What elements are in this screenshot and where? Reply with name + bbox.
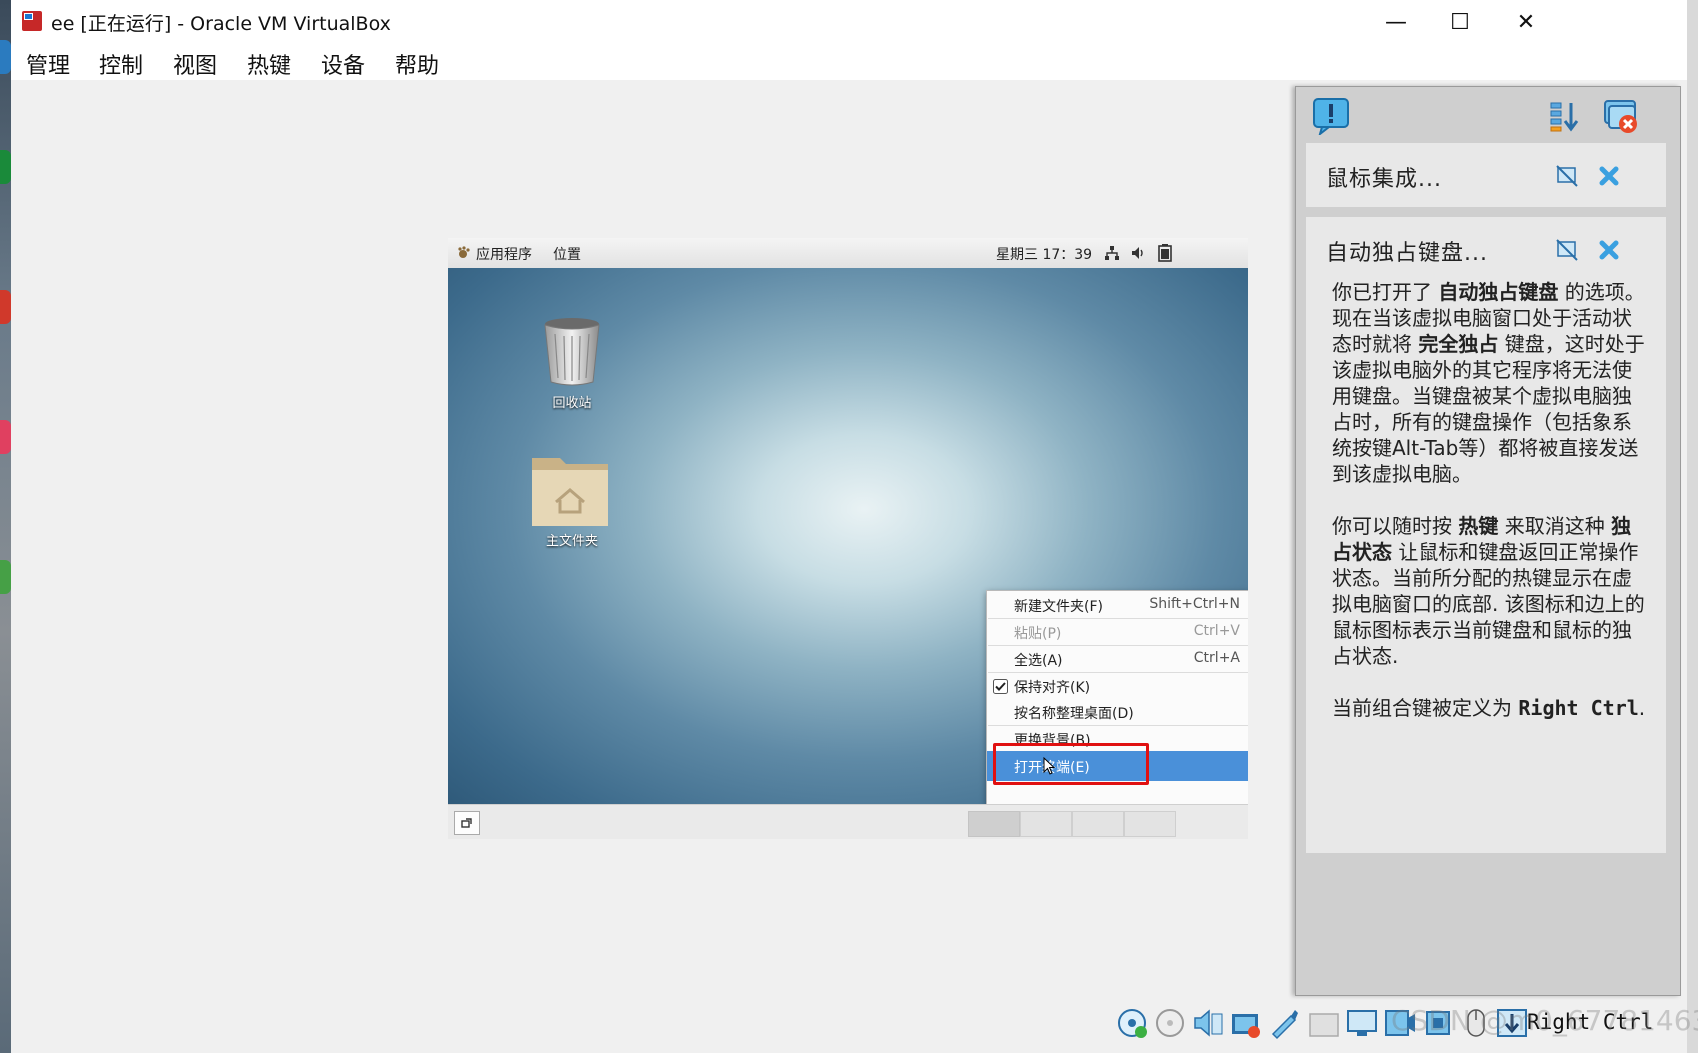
hard-disk-icon[interactable] <box>1115 1006 1149 1040</box>
menu-item-label: 按名称整理桌面(D) <box>1014 706 1134 722</box>
trash-icon[interactable] <box>540 316 604 388</box>
close-notification-icon[interactable] <box>1598 165 1620 187</box>
window-title: ee [正在运行] - Oracle VM VirtualBox <box>51 13 391 35</box>
menu-item-accelerator: Ctrl+A <box>1193 650 1240 666</box>
desktop-app-icon <box>0 560 11 594</box>
usb-icon[interactable] <box>1267 1006 1301 1040</box>
body-emphasis: 自动独占键盘 <box>1438 280 1559 304</box>
body-emphasis: Right Ctrl <box>1518 696 1639 720</box>
menu-item-keep-aligned[interactable]: 保持对齐(K) <box>987 672 1248 700</box>
body-text: . <box>1638 696 1646 720</box>
menu-manage[interactable]: 管理 <box>26 48 70 80</box>
notification-body: 你已打开了 自动独占键盘 的选项。现在当该虚拟电脑窗口处于活动状态时就将 完全独… <box>1332 279 1650 747</box>
home-folder-icon[interactable] <box>530 450 610 528</box>
notification-paragraph: 你可以随时按 热键 来取消这种 独占状态 让鼠标和键盘返回正常操作状态。当前所分… <box>1332 513 1650 669</box>
menu-item-accelerator: Shift+Ctrl+N <box>1149 596 1240 612</box>
menu-item-arrange-by-name[interactable]: 按名称整理桌面(D) <box>987 698 1248 726</box>
menu-bar: 管理 控制 视图 热键 设备 帮助 <box>11 44 1687 80</box>
guest-screen[interactable]: 应用程序 位置 星期三 17：39 回收站 主文件夹 新建文件夹(F) Shif… <box>448 238 1248 839</box>
keyboard-capture-notification: 自动独占键盘... 你已打开了 自动独占键盘 的选项。现在当该虚拟电脑窗口处于活… <box>1306 217 1666 853</box>
do-not-show-again-icon[interactable] <box>1556 239 1578 261</box>
menu-devices[interactable]: 设备 <box>321 48 365 80</box>
mouse-cursor-icon <box>1043 757 1055 775</box>
shared-folders-icon[interactable] <box>1307 1006 1341 1040</box>
body-text: 你已打开了 <box>1332 280 1439 304</box>
desktop-app-icon <box>0 290 11 324</box>
guest-desktop[interactable]: 回收站 主文件夹 新建文件夹(F) Shift+Ctrl+N 粘贴(P) Ctr… <box>448 268 1248 804</box>
home-folder-label: 主文件夹 <box>545 534 598 549</box>
audio-icon[interactable] <box>1191 1006 1225 1040</box>
maximize-icon: ☐ <box>1450 9 1470 35</box>
notification-title: 自动独占键盘... <box>1326 241 1488 266</box>
desktop-app-icon <box>0 150 11 184</box>
workspace-1[interactable] <box>968 811 1020 837</box>
notification-paragraph: 你已打开了 自动独占键盘 的选项。现在当该虚拟电脑窗口处于活动状态时就将 完全独… <box>1332 279 1650 487</box>
virtualbox-window: ee [正在运行] - Oracle VM VirtualBox — ☐ ✕ 管… <box>11 0 1698 1053</box>
menu-item-new-folder[interactable]: 新建文件夹(F) Shift+Ctrl+N <box>987 591 1248 619</box>
menu-item-select-all[interactable]: 全选(A) Ctrl+A <box>987 645 1248 673</box>
guest-top-panel: 应用程序 位置 星期三 17：39 <box>448 238 1248 268</box>
applications-menu[interactable]: 应用程序 <box>476 244 532 264</box>
volume-icon[interactable] <box>1130 245 1146 261</box>
places-menu[interactable]: 位置 <box>553 244 581 264</box>
do-not-show-again-icon[interactable] <box>1556 165 1578 187</box>
menu-item-label: 新建文件夹(F) <box>1014 599 1103 615</box>
watermark: CSDN @m0_67781463 <box>1391 1004 1698 1037</box>
battery-icon[interactable] <box>1158 244 1172 262</box>
sort-down-icon[interactable] <box>1548 99 1582 133</box>
desktop-app-icon <box>0 40 11 74</box>
virtualbox-app-icon <box>22 11 42 31</box>
gnome-foot-icon <box>458 246 470 258</box>
desktop-app-icon <box>0 420 11 454</box>
notification-center: 鼠标集成... 自动独占键盘... 你已打开了 自动独占键盘 的选项。现在当该虚… <box>1295 86 1681 996</box>
menu-view[interactable]: 视图 <box>173 48 217 80</box>
network-icon[interactable] <box>1104 245 1120 261</box>
menu-help[interactable]: 帮助 <box>395 48 439 80</box>
close-icon: ✕ <box>1516 9 1536 35</box>
menu-item-label: 全选(A) <box>1014 653 1063 669</box>
body-emphasis: 热键 <box>1458 514 1499 538</box>
checkbox-checked-icon <box>993 679 1008 694</box>
title-bar: ee [正在运行] - Oracle VM VirtualBox — ☐ ✕ <box>11 0 1687 44</box>
body-text: 当前组合键被定义为 <box>1332 696 1519 720</box>
guest-clock[interactable]: 星期三 17：39 <box>996 244 1092 264</box>
menu-item-accelerator: Ctrl+V <box>1193 623 1240 639</box>
show-desktop-icon <box>461 818 472 828</box>
minimize-icon: — <box>1385 9 1407 35</box>
body-text: 你可以随时按 <box>1332 514 1459 538</box>
show-desktop-button[interactable] <box>454 811 480 835</box>
workspace-2[interactable] <box>1020 811 1072 837</box>
menu-item-label: 保持对齐(K) <box>1014 680 1091 696</box>
notification-title: 鼠标集成... <box>1326 167 1442 192</box>
body-text: 来取消这种 <box>1498 514 1612 538</box>
workspace-4[interactable] <box>1124 811 1176 837</box>
menu-item-paste[interactable]: 粘贴(P) Ctrl+V <box>987 618 1248 646</box>
network-adapter-icon[interactable] <box>1229 1006 1263 1040</box>
notification-icon[interactable] <box>1312 97 1350 135</box>
close-notification-icon[interactable] <box>1598 239 1620 261</box>
mouse-integration-notification: 鼠标集成... <box>1306 143 1666 207</box>
close-button[interactable]: ✕ <box>1493 0 1559 44</box>
desktop-context-menu: 新建文件夹(F) Shift+Ctrl+N 粘贴(P) Ctrl+V 全选(A)… <box>986 590 1248 804</box>
menu-hotkey[interactable]: 热键 <box>247 48 291 80</box>
workspace-3[interactable] <box>1072 811 1124 837</box>
guest-bottom-panel <box>448 804 1248 839</box>
minimize-button[interactable]: — <box>1363 0 1429 44</box>
trash-label: 回收站 <box>552 396 592 411</box>
menu-control[interactable]: 控制 <box>99 48 143 80</box>
menu-item-label: 粘贴(P) <box>1014 626 1062 642</box>
notification-paragraph: 当前组合键被定义为 Right Ctrl. <box>1332 695 1650 721</box>
optical-drive-icon[interactable] <box>1153 1006 1187 1040</box>
maximize-button[interactable]: ☐ <box>1427 0 1493 44</box>
close-all-notifications-icon[interactable] <box>1602 97 1640 135</box>
display-icon[interactable] <box>1345 1006 1379 1040</box>
host-desktop-edge <box>0 0 11 1053</box>
body-emphasis: 完全独占 <box>1418 332 1499 356</box>
red-highlight-box <box>993 743 1149 785</box>
